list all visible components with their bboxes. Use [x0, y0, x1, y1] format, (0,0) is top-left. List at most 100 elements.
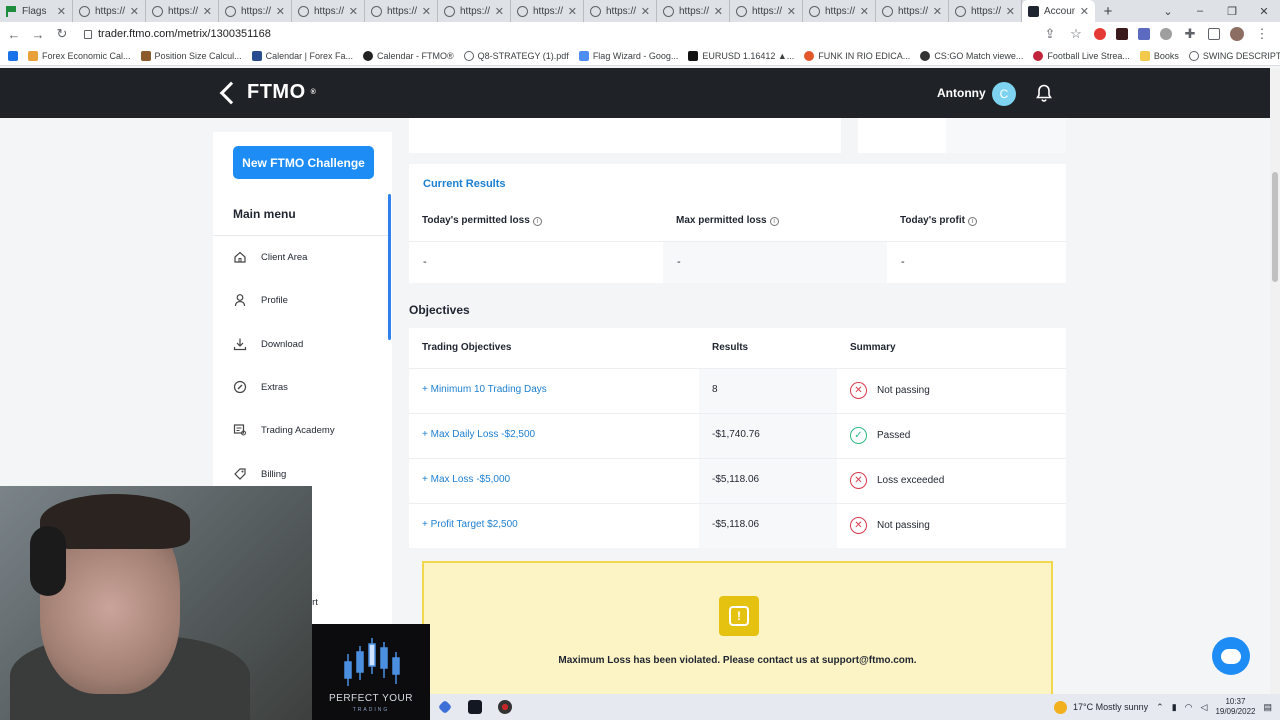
window-close-icon[interactable]: ✕ [1248, 0, 1280, 22]
bookmark[interactable]: Calendar - FTMO® [362, 50, 454, 61]
bookmark[interactable]: Position Size Calcul... [140, 50, 242, 61]
ftmo-logo[interactable]: FTMO ® [220, 81, 316, 104]
puzzle-icon[interactable]: ✚ [1182, 26, 1198, 42]
volume-icon[interactable]: ◁ [1201, 702, 1208, 713]
forward-icon[interactable]: → [30, 27, 46, 42]
sidebar-item-extras[interactable]: Extras [233, 380, 288, 394]
taskbar-app[interactable] [460, 694, 490, 720]
browser-tab[interactable]: https://✕ [657, 0, 730, 22]
browser-tab[interactable]: https://✕ [876, 0, 949, 22]
bookmark[interactable]: Forex Economic Cal... [28, 50, 131, 61]
close-icon[interactable]: ✕ [787, 5, 796, 18]
new-tab-button[interactable]: + [1095, 0, 1121, 22]
close-icon[interactable]: ✕ [641, 5, 650, 18]
table-row: + Max Daily Loss -$2,500 -$1,740.76 ✓ Pas… [409, 413, 1066, 458]
bookmark[interactable]: Calendar | Forex Fa... [251, 50, 353, 61]
account-info-card [409, 118, 841, 153]
clock[interactable]: 10:37 19/09/2022 [1215, 697, 1255, 717]
microphone-icon[interactable]: ▮ [1172, 702, 1177, 713]
close-icon[interactable]: ✕ [933, 5, 942, 18]
taskbar-app[interactable] [490, 694, 520, 720]
sidebar-item-trading-academy[interactable]: Trading Academy [233, 423, 335, 437]
chat-button[interactable] [1212, 637, 1250, 675]
bookmark[interactable]: CS:GO Match viewe... [920, 50, 1023, 61]
browser-tab[interactable]: https://✕ [219, 0, 292, 22]
tray-chevron-icon[interactable]: ⌃ [1156, 702, 1164, 713]
restore-icon[interactable]: ❐ [1216, 0, 1248, 22]
close-icon[interactable]: ✕ [860, 5, 869, 18]
bookmark[interactable]: EURUSD 1.16412 ▲... [688, 50, 794, 61]
browser-tab-active[interactable]: Account✕ [1022, 0, 1095, 22]
close-icon[interactable]: ✕ [714, 5, 723, 18]
weather-widget[interactable]: 17°C Mostly sunny [1054, 700, 1148, 714]
user-name[interactable]: Antonny [937, 86, 986, 100]
close-icon[interactable]: ✕ [422, 5, 431, 18]
info-icon[interactable]: i [967, 217, 977, 226]
tab-search-icon[interactable]: ⌄ [1152, 0, 1184, 22]
minimize-icon[interactable]: – [1184, 0, 1216, 22]
bookmark[interactable]: Football Live Strea... [1033, 50, 1130, 61]
browser-tab[interactable]: https://✕ [292, 0, 365, 22]
star-icon[interactable]: ☆ [1068, 26, 1084, 42]
extension-icon[interactable] [1116, 28, 1128, 40]
bookmark[interactable]: Flag Wizard - Goog... [578, 50, 678, 61]
close-icon[interactable]: ✕ [203, 5, 212, 18]
bookmark-folder[interactable]: Books [1139, 50, 1179, 61]
sidebar-item-client-area[interactable]: Client Area [233, 250, 307, 264]
browser-tab[interactable]: https://✕ [730, 0, 803, 22]
close-icon[interactable]: ✕ [1080, 5, 1089, 18]
reload-icon[interactable]: ↻ [54, 26, 70, 42]
close-icon[interactable]: ✕ [1006, 5, 1015, 18]
browser-tab[interactable]: Flags ✕ [0, 0, 73, 22]
academy-icon [233, 424, 246, 436]
info-icon[interactable]: i [769, 217, 779, 226]
url-field[interactable]: trader.ftmo.com/metrix/1300351168 [84, 28, 271, 40]
bell-icon[interactable] [1036, 84, 1052, 102]
close-icon[interactable]: ✕ [276, 5, 285, 18]
browser-tab[interactable]: https://✕ [949, 0, 1022, 22]
new-challenge-button[interactable]: New FTMO Challenge [233, 146, 374, 179]
close-icon[interactable]: ✕ [57, 5, 66, 18]
close-icon[interactable]: ✕ [130, 5, 139, 18]
bookmark[interactable]: SWING DESCRIPTIO... [1188, 50, 1280, 61]
shield-icon[interactable] [1160, 28, 1172, 40]
close-icon[interactable]: ✕ [349, 5, 358, 18]
close-icon[interactable]: ✕ [495, 5, 504, 18]
objective-expand-link[interactable]: + Max Daily Loss -$2,500 [422, 429, 535, 440]
browser-tab[interactable]: https://✕ [146, 0, 219, 22]
bookmark[interactable]: Q8-STRATEGY (1).pdf [463, 50, 569, 61]
profile-avatar[interactable] [1230, 27, 1244, 41]
sidepanel-icon[interactable] [1208, 28, 1220, 40]
notifications-icon[interactable]: ▤ [1263, 702, 1272, 713]
browser-tab[interactable]: https://✕ [438, 0, 511, 22]
info-icon[interactable]: i [532, 217, 542, 226]
scrollbar-thumb[interactable] [1272, 172, 1278, 282]
objective-expand-link[interactable]: + Max Loss -$5,000 [422, 474, 510, 485]
sidebar-item-download[interactable]: Download [233, 337, 303, 351]
browser-tab[interactable]: https://✕ [584, 0, 657, 22]
page-scrollbar[interactable] [1270, 68, 1280, 694]
objective-expand-link[interactable]: + Minimum 10 Trading Days [422, 384, 547, 395]
taskbar-app[interactable] [430, 694, 460, 720]
share-icon[interactable]: ⇪ [1042, 26, 1058, 42]
sidebar-item-billing[interactable]: Billing [233, 467, 286, 481]
home-icon [234, 251, 246, 263]
apps-icon[interactable] [8, 50, 18, 61]
menu-dots-icon[interactable]: ⋮ [1254, 26, 1270, 42]
opera-icon[interactable] [1094, 28, 1106, 40]
browser-tab[interactable]: https://✕ [365, 0, 438, 22]
extension-icon[interactable] [1138, 28, 1150, 40]
menu-title: Main menu [233, 207, 296, 221]
browser-tab[interactable]: https://✕ [73, 0, 146, 22]
sidebar-item-profile[interactable]: Profile [233, 293, 288, 307]
network-icon[interactable]: ◠ [1185, 702, 1193, 713]
browser-tab[interactable]: https://✕ [511, 0, 584, 22]
user-avatar[interactable]: C [992, 82, 1016, 106]
bookmark-icon [251, 50, 262, 61]
bookmark[interactable]: FUNK IN RIO EDICA... [804, 50, 910, 61]
browser-tab[interactable]: https://✕ [803, 0, 876, 22]
menu-scrollbar[interactable] [388, 194, 391, 340]
objective-expand-link[interactable]: + Profit Target $2,500 [422, 519, 518, 530]
back-icon[interactable]: ← [6, 27, 22, 42]
close-icon[interactable]: ✕ [568, 5, 577, 18]
